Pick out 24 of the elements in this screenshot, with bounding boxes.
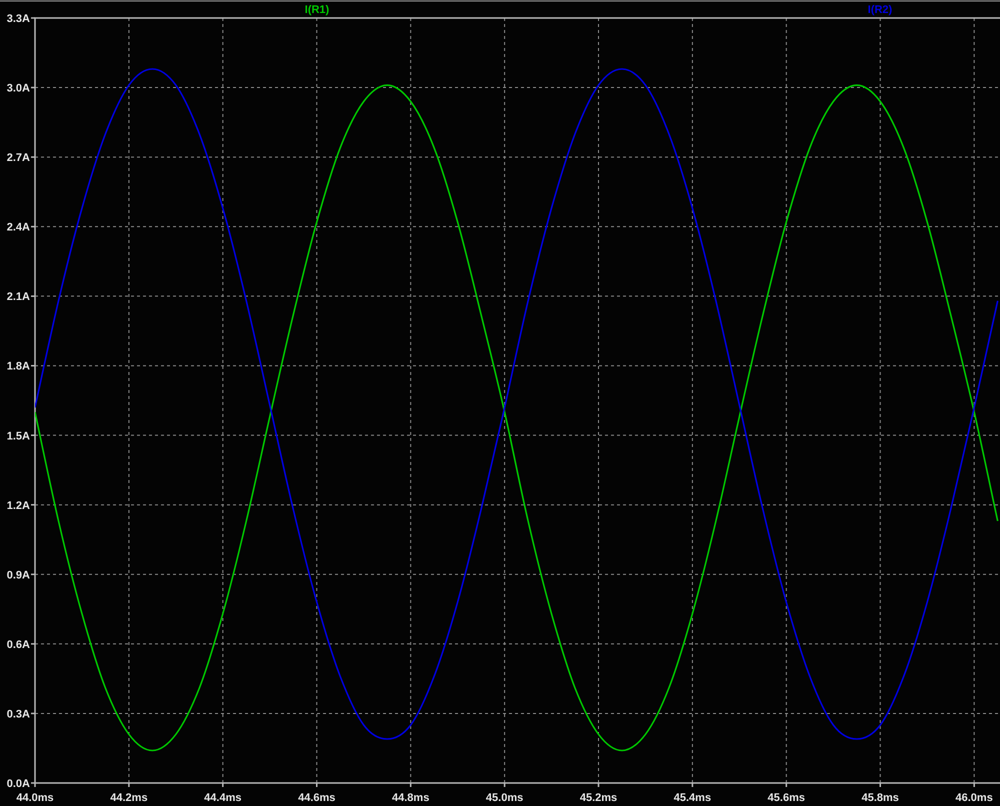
tick-label: 3.3A bbox=[6, 13, 30, 25]
tick-label: 1.2A bbox=[6, 500, 30, 512]
tick-label: 0.9A bbox=[6, 569, 30, 582]
tick-label: 45.6ms bbox=[768, 792, 805, 804]
tick-label: 0.0A bbox=[6, 778, 30, 790]
tick-label: 1.8A bbox=[6, 360, 30, 373]
tick-label: 45.0ms bbox=[486, 792, 524, 804]
tick-label: 2.1A bbox=[6, 291, 30, 304]
series-label[interactable]: I(R1) bbox=[304, 4, 330, 16]
tick-label: 2.7A bbox=[6, 152, 30, 164]
tick-label: 45.8ms bbox=[862, 792, 899, 804]
tick-label: 0.3A bbox=[6, 708, 30, 720]
tick-label: 1.5A bbox=[6, 430, 30, 442]
tick-label: 44.8ms bbox=[392, 792, 430, 804]
tick-label: 3.0A bbox=[6, 82, 30, 95]
tick-label: 44.2ms bbox=[110, 792, 148, 804]
tick-label: 45.2ms bbox=[580, 792, 618, 804]
tick-label: 44.0ms bbox=[16, 792, 54, 804]
tick-label: 0.6A bbox=[6, 638, 30, 651]
tick-label: 44.4ms bbox=[204, 792, 242, 804]
tick-label: 46.0ms bbox=[956, 792, 993, 804]
tick-label: 45.4ms bbox=[674, 792, 712, 804]
tick-label: 44.6ms bbox=[298, 792, 336, 804]
tick-label: 2.4A bbox=[6, 222, 30, 234]
